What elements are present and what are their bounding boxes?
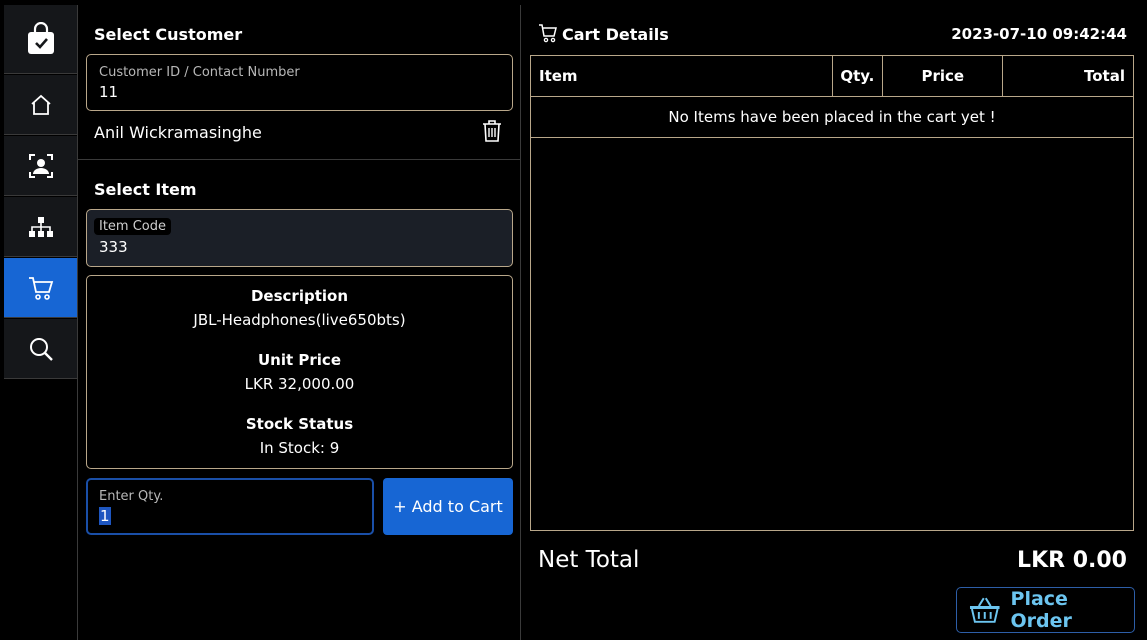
hierarchy-icon — [28, 216, 53, 237]
description-value: JBL-Headphones(live650bts) — [193, 311, 406, 329]
net-total-label: Net Total — [538, 547, 640, 573]
sidebar-item-search[interactable] — [4, 319, 77, 379]
customer-name: Anil Wickramasinghe — [94, 123, 262, 142]
sidebar — [4, 5, 78, 640]
cart-title: Cart Details — [562, 25, 669, 44]
qty-label: Enter Qty. — [99, 489, 164, 504]
col-qty: Qty. — [832, 55, 884, 97]
cart-datetime: 2023-07-10 09:42:44 — [951, 25, 1127, 43]
order-form-panel: Select Customer Customer ID / Contact Nu… — [78, 5, 521, 640]
cart-icon — [28, 276, 53, 300]
stock-status-value: In Stock: 9 — [259, 439, 340, 457]
unit-price-value: LKR 32,000.00 — [244, 375, 355, 393]
customer-id-field[interactable]: Customer ID / Contact Number 11 — [86, 54, 513, 111]
item-info-box: Description JBL-Headphones(live650bts) U… — [86, 275, 513, 469]
sidebar-item-customers[interactable] — [4, 136, 77, 196]
section-divider — [78, 159, 521, 160]
place-order-label: Place Order — [1010, 588, 1072, 632]
cart-header-row: Item Qty. Price Total — [529, 55, 1134, 97]
net-total-value: LKR 0.00 — [1017, 548, 1127, 573]
table-row: No Items have been placed in the cart ye… — [530, 96, 1134, 138]
item-code-label: Item Code — [94, 218, 172, 235]
qty-input[interactable]: Enter Qty. 1 — [86, 478, 374, 535]
delete-customer-button[interactable] — [481, 119, 503, 147]
description-label: Description — [250, 287, 349, 305]
select-item-title: Select Item — [94, 180, 197, 199]
cart-panel: Cart Details 2023-07-10 09:42:44 Item Qt… — [522, 5, 1147, 640]
cart-title-icon — [539, 24, 557, 43]
customer-id-label: Customer ID / Contact Number — [99, 65, 300, 80]
stock-status-label: Stock Status — [245, 415, 354, 433]
place-order-button[interactable]: Place Order — [956, 587, 1135, 633]
qty-value[interactable]: 1 — [99, 507, 111, 525]
unit-price-label: Unit Price — [258, 351, 341, 369]
sidebar-item-items[interactable] — [4, 197, 77, 257]
basket-icon — [969, 597, 1000, 623]
customer-id-value[interactable]: 11 — [99, 83, 118, 101]
col-price: Price — [882, 55, 1004, 97]
empty-cart-message: No Items have been placed in the cart ye… — [530, 96, 1134, 138]
shopping-bag-check-icon — [27, 22, 54, 54]
add-to-cart-button[interactable]: + Add to Cart — [383, 478, 513, 535]
customer-icon — [28, 153, 53, 178]
sidebar-item-home[interactable] — [4, 75, 77, 135]
select-customer-title: Select Customer — [94, 25, 243, 44]
search-icon — [29, 337, 53, 361]
col-total: Total — [1002, 55, 1134, 97]
cart-table: Item Qty. Price Total No Items have been… — [529, 55, 1134, 138]
home-icon — [30, 94, 51, 115]
sidebar-item-cart[interactable] — [4, 258, 77, 318]
col-item: Item — [529, 55, 834, 97]
item-code-value[interactable]: 333 — [99, 238, 128, 256]
item-code-field[interactable]: Item Code 333 — [86, 209, 513, 267]
trash-icon — [483, 120, 501, 142]
sidebar-item-logo[interactable] — [4, 5, 77, 74]
